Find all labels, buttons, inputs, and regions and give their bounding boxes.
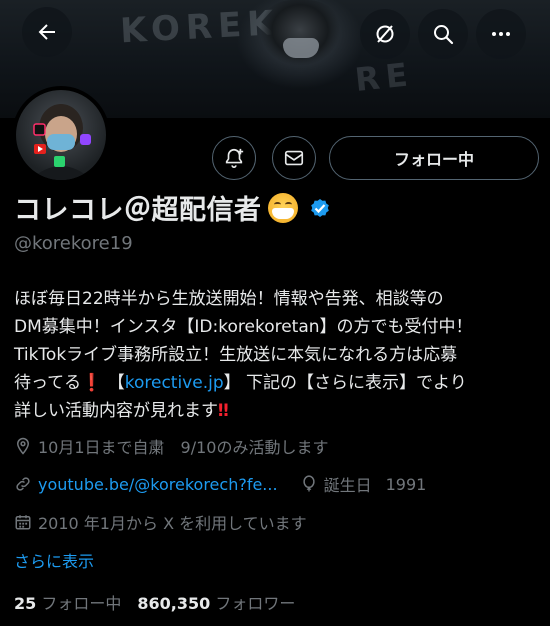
envelope-icon [284,150,304,166]
profile-page: KOREKO RE フォロー中 コレコレ＠超配信者 @korekore19 ほぼ… [0,0,550,626]
birthday: 誕生日 1991 [300,472,427,496]
bio-line: DM募集中！インスタ【ID:korekoretan】の方でも受付中！ [14,317,473,337]
exclamation-emoji: ❗ [81,373,103,393]
turn-off-reposts-button[interactable] [360,9,410,59]
follow-stats: 25 フォロー中 860,350 フォロワー [14,590,295,614]
show-more-link[interactable]: さらに表示 [14,548,94,572]
bio-link[interactable]: korective.jp [125,373,224,393]
banner-graphic-text-2: RE [353,55,416,99]
search-button[interactable] [418,9,468,59]
website-birthday-row: youtube.be/@korekorech?fe... 誕生日 1991 [14,472,426,496]
following-stat[interactable]: 25 フォロー中 [14,590,121,614]
birthday-value: 1991 [385,474,427,494]
name-row: コレコレ＠超配信者 [14,188,332,227]
following-label: フォロー中 [41,594,122,613]
notifications-button[interactable] [212,136,256,180]
followers-count: 860,350 [137,594,211,613]
back-button[interactable] [22,7,72,57]
birthday-label: 誕生日 [323,476,372,495]
bio-line: TikTokライブ事務所設立！生放送に本気になれる方は応募 [14,345,458,365]
following-button[interactable]: フォロー中 [329,136,539,180]
website-link[interactable]: youtube.be/@korekorech?fe... [38,475,278,494]
verified-badge-icon[interactable] [308,196,332,220]
location-text: 10月1日まで自粛 9/10のみ活動します [38,438,329,457]
followers-stat[interactable]: 860,350 フォロワー [137,590,295,614]
more-button[interactable] [476,9,526,59]
link-icon [16,477,30,491]
message-button[interactable] [272,136,316,180]
bell-plus-icon [225,148,244,168]
banner-figure-mask [283,38,319,58]
double-exclamation-emoji: ‼ [218,401,229,421]
balloon-icon [302,475,315,492]
bio-text: 詳しい活動内容が見れます [14,401,218,421]
joined-text: 2010 年1月から X を利用しています [38,514,307,533]
joined-row: 2010 年1月から X を利用しています [14,510,307,534]
bio-text: 【 [107,373,125,393]
avatar-image [30,104,92,180]
search-icon [434,25,454,45]
calendar-icon [15,515,31,530]
avatar[interactable] [12,86,110,184]
retweet-off-icon [376,25,394,43]
profile-bio: ほぼ毎日22時半から生放送開始！情報や告発、相談等の DM募集中！インスタ【ID… [14,285,544,425]
bio-line: ほぼ毎日22時半から生放送開始！情報や告発、相談等の [14,289,444,309]
bio-text: 待ってる [14,373,82,393]
display-name: コレコレ＠超配信者 [14,195,262,226]
user-handle: @korekore19 [14,233,133,254]
more-horizontal-icon [492,32,510,36]
arrow-left-icon [38,24,55,40]
face-with-medical-mask-emoji [267,192,298,223]
location-row: 10月1日まで自粛 9/10のみ活動します [14,434,328,458]
followers-label: フォロワー [215,594,296,613]
bio-text: 】 下記の【さらに表示】でより [223,373,467,393]
following-count: 25 [14,594,37,613]
bio-line: 待ってる❗ 【korective.jp】 下記の【さらに表示】でより [14,369,544,397]
bio-line: 詳しい活動内容が見れます‼ [14,397,544,425]
location-pin-icon [16,437,30,455]
